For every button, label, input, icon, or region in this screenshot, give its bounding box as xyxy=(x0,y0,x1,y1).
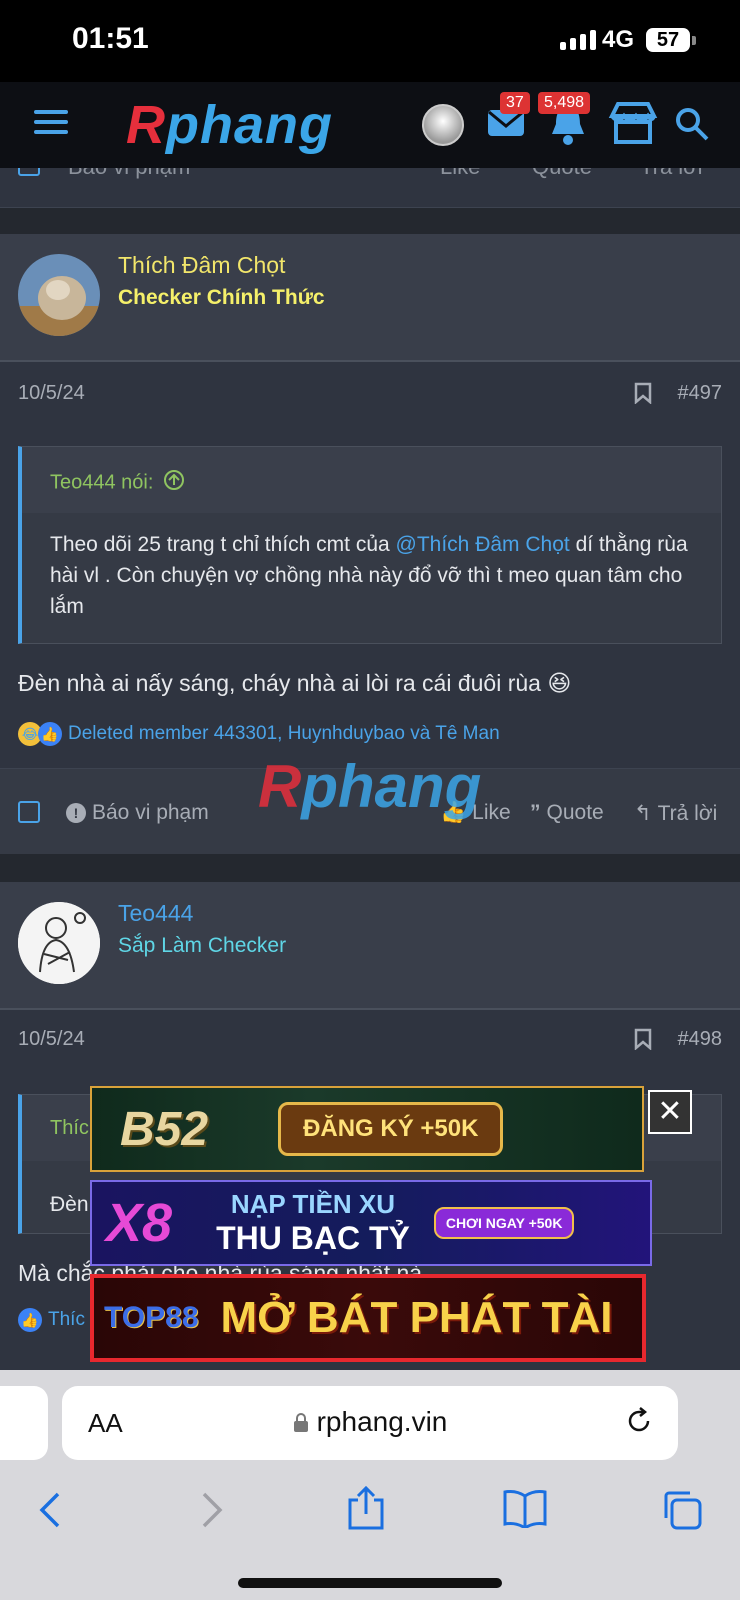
post-number[interactable]: #498 xyxy=(678,1028,723,1051)
ad-banner-top88[interactable]: TOP88 MỞ BÁT PHÁT TÀI xyxy=(90,1274,646,1362)
user-title: Sắp Làm Checker xyxy=(118,934,287,957)
quote-header[interactable]: Teo444 nói: xyxy=(22,447,721,513)
previous-post-actions: Báo vi phạm Like Quote Trả lời xyxy=(0,168,740,208)
post-message: Đèn nhà ai nấy sáng, cháy nhà ai lòi ra … xyxy=(18,670,572,696)
user-avatar[interactable] xyxy=(18,254,100,336)
reaction-summary[interactable]: 👍 Thíc xyxy=(18,1308,85,1332)
store-icon[interactable] xyxy=(608,100,658,151)
ad-brand: X8 xyxy=(106,1193,173,1253)
ad-banner-b52[interactable]: B52 ĐĂNG KÝ +50K xyxy=(90,1086,644,1172)
post-separator xyxy=(0,208,740,234)
close-ad-button[interactable]: ✕ xyxy=(648,1090,692,1134)
expand-quote-icon[interactable] xyxy=(163,469,185,497)
quote-icon: ” xyxy=(530,801,541,824)
select-post-checkbox[interactable] xyxy=(18,801,40,823)
report-icon: ! xyxy=(66,803,86,823)
bookmark-icon[interactable] xyxy=(634,382,652,409)
ad-text: ĐĂNG KÝ +50K xyxy=(278,1102,504,1156)
messages-badge: 37 xyxy=(500,92,530,114)
like-link[interactable]: Like xyxy=(440,168,480,180)
tabs-icon[interactable] xyxy=(660,1488,702,1535)
post-date[interactable]: 10/5/24 xyxy=(18,1028,85,1051)
reaction-users[interactable]: Deleted member 443301, Huynhduybao và Tê… xyxy=(68,723,500,745)
post-date[interactable]: 10/5/24 xyxy=(18,382,85,405)
post-username[interactable]: Teo444 xyxy=(118,900,193,927)
user-avatar[interactable] xyxy=(18,902,100,984)
ad-text: MỞ BÁT PHÁT TÀI xyxy=(220,1293,613,1342)
ad-brand: TOP88 xyxy=(104,1301,199,1334)
home-indicator[interactable] xyxy=(238,1578,502,1588)
user-mention[interactable]: @Thích Đâm Chọt xyxy=(396,533,570,556)
status-time: 01:51 xyxy=(72,22,149,55)
reaction-users[interactable]: Thíc xyxy=(48,1309,85,1331)
ad-text: NẠP TIỀN XU THU BẠC TỶ xyxy=(216,1189,410,1256)
search-icon[interactable] xyxy=(674,106,710,147)
alerts-icon[interactable]: 5,498 xyxy=(538,92,591,151)
report-button[interactable]: ! Báo vi phạm xyxy=(66,801,209,825)
bookmark-icon[interactable] xyxy=(634,1028,652,1055)
url-field[interactable]: AA rphang.vin xyxy=(62,1386,678,1460)
previous-tab[interactable] xyxy=(0,1386,48,1460)
messages-icon[interactable]: 37 xyxy=(486,92,530,147)
user-title: Checker Chính Thức xyxy=(118,286,325,309)
post-number[interactable]: #497 xyxy=(678,382,723,405)
quote-author[interactable]: Thíc xyxy=(50,1117,89,1139)
post-separator xyxy=(0,854,740,882)
browser-address-bar: AA rphang.vin xyxy=(0,1370,740,1482)
like-reaction-icon: 👍 xyxy=(38,722,62,746)
ad-brand: B52 xyxy=(120,1102,209,1156)
network-type: 4G xyxy=(602,26,635,53)
url-text[interactable]: rphang.vin xyxy=(62,1406,678,1440)
lock-icon xyxy=(293,1408,309,1440)
site-header: Rphang 37 5,498 xyxy=(0,82,740,168)
battery-icon: 57 xyxy=(646,28,690,52)
post-meta: 10/5/24 #497 xyxy=(0,364,740,424)
forward-icon[interactable] xyxy=(196,1490,226,1535)
reload-icon[interactable] xyxy=(624,1406,654,1441)
report-link[interactable]: Báo vi phạm xyxy=(68,168,190,180)
site-logo[interactable]: Rphang xyxy=(126,94,333,156)
post-username[interactable]: Thích Đâm Chọt xyxy=(118,252,285,279)
reaction-summary[interactable]: 😂 👍 Deleted member 443301, Huynhduybao v… xyxy=(18,722,500,746)
watermark-logo: Rphang xyxy=(258,753,482,820)
battery-tip xyxy=(692,36,696,45)
back-icon[interactable] xyxy=(36,1490,66,1535)
alerts-badge: 5,498 xyxy=(538,92,591,114)
post-user-bar: Teo444 Sắp Làm Checker xyxy=(0,882,740,1010)
quote-button[interactable]: ” Quote xyxy=(530,801,604,825)
bookmarks-icon[interactable] xyxy=(502,1488,548,1533)
post-meta: 10/5/24 #498 xyxy=(0,1010,740,1070)
menu-icon[interactable] xyxy=(34,110,68,138)
share-icon[interactable] xyxy=(346,1484,386,1535)
ad-cta[interactable]: CHƠI NGAY +50K xyxy=(433,1207,575,1239)
quote-block: Teo444 nói: Theo dõi 25 trang t chỉ thíc… xyxy=(18,446,722,644)
ad-banner-x8[interactable]: X8 NẠP TIỀN XU THU BẠC TỶ CHƠI NGAY +50K xyxy=(90,1180,652,1266)
reply-link[interactable]: Trả lời xyxy=(640,168,703,180)
post-user-bar: Thích Đâm Chọt Checker Chính Thức xyxy=(0,234,740,362)
quote-link[interactable]: Quote xyxy=(532,168,592,180)
signal-icon xyxy=(560,30,596,50)
user-avatar[interactable] xyxy=(422,104,464,146)
reply-icon: ↰ xyxy=(634,802,652,825)
reply-button[interactable]: ↰ Trả lời xyxy=(634,801,717,826)
quote-author[interactable]: Teo444 nói: xyxy=(50,471,153,493)
select-checkbox[interactable] xyxy=(18,168,40,176)
like-reaction-icon: 👍 xyxy=(18,1308,42,1332)
status-bar: 01:51 4G 57 xyxy=(0,0,740,82)
quote-body: Theo dõi 25 trang t chỉ thích cmt của @T… xyxy=(50,533,688,618)
